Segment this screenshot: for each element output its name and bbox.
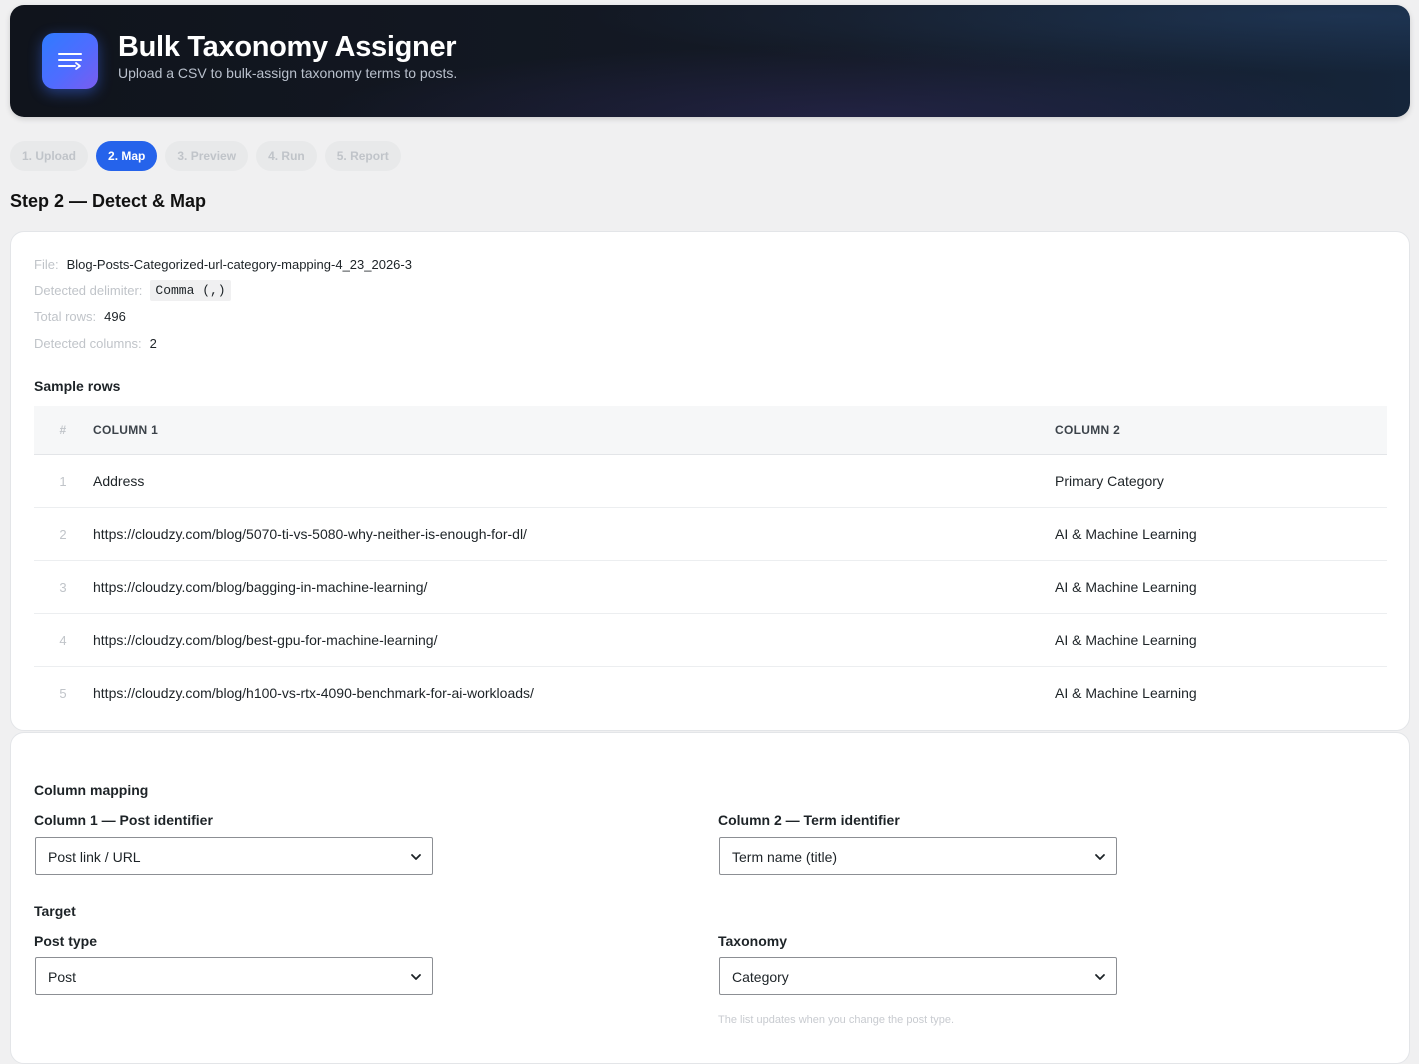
column-2-label: Column 2 — Term identifier xyxy=(718,812,900,828)
row-index: 4 xyxy=(34,613,92,667)
table-row: 3 https://cloudzy.com/blog/bagging-in-ma… xyxy=(34,560,1387,614)
chevron-down-icon xyxy=(1095,854,1105,860)
step-run[interactable]: 4. Run xyxy=(256,141,317,171)
mapping-card: Column mapping Column 1 — Post identifie… xyxy=(10,732,1410,1064)
column-mapping-title: Column mapping xyxy=(34,782,149,798)
taxonomy-select[interactable]: Category xyxy=(719,957,1117,995)
columns-row: Detected columns: 2 xyxy=(34,336,157,351)
row-index: 2 xyxy=(34,507,92,561)
delimiter-label: Detected delimiter: xyxy=(34,283,143,298)
sample-rows-title: Sample rows xyxy=(34,378,121,394)
post-identifier-select[interactable]: Post link / URL xyxy=(35,837,433,875)
app-subtitle: Upload a CSV to bulk-assign taxonomy ter… xyxy=(118,65,458,81)
row-column-2: AI & Machine Learning xyxy=(1054,507,1387,561)
post-identifier-value: Post link / URL xyxy=(48,849,141,865)
term-identifier-value: Term name (title) xyxy=(732,849,838,865)
row-column-1: Address xyxy=(92,454,1054,508)
row-index: 3 xyxy=(34,560,92,614)
chevron-down-icon xyxy=(411,974,421,980)
row-column-2: AI & Machine Learning xyxy=(1055,685,1197,701)
taxonomy-hint: The list updates when you change the pos… xyxy=(718,1014,955,1026)
rows-value: 496 xyxy=(104,309,126,324)
table-row: 2 https://cloudzy.com/blog/5070-ti-vs-50… xyxy=(34,507,1387,561)
row-column-2: AI & Machine Learning xyxy=(1054,613,1387,667)
table-header-row: # COLUMN 1 COLUMN 2 xyxy=(34,406,1387,455)
row-column-2: AI & Machine Learning xyxy=(1054,560,1387,614)
post-type-value: Post xyxy=(48,969,77,985)
step-upload[interactable]: 1. Upload xyxy=(10,141,89,171)
step-map[interactable]: 2. Map xyxy=(96,141,158,171)
step-nav: 1. Upload 2. Map 3. Preview 4. Run 5. Re… xyxy=(10,141,401,171)
header-column-2: COLUMN 2 xyxy=(1054,406,1387,455)
table-row: 1 Address Primary Category xyxy=(34,454,1387,508)
header-column-1: COLUMN 1 xyxy=(92,406,1054,455)
row-column-1: https://cloudzy.com/blog/best-gpu-for-ma… xyxy=(92,613,1054,667)
row-index: 1 xyxy=(34,454,92,508)
chevron-down-icon xyxy=(1095,974,1105,980)
app-title: Bulk Taxonomy Assigner xyxy=(118,31,457,63)
row-column-1: https://cloudzy.com/blog/bagging-in-mach… xyxy=(92,560,1054,614)
row-index: 5 xyxy=(59,685,67,701)
step-preview[interactable]: 3. Preview xyxy=(165,141,249,171)
delimiter-row: Detected delimiter: Comma (,) xyxy=(34,280,231,301)
sample-table: # COLUMN 1 COLUMN 2 1 Address Primary Ca… xyxy=(34,406,1387,719)
taxonomy-label: Taxonomy xyxy=(718,933,787,949)
column-1-label: Column 1 — Post identifier xyxy=(34,812,213,828)
table-row: 4 https://cloudzy.com/blog/best-gpu-for-… xyxy=(34,613,1387,667)
chevron-down-icon xyxy=(411,854,421,860)
delimiter-value: Comma (,) xyxy=(150,280,231,301)
post-type-label: Post type xyxy=(34,933,98,949)
post-type-select[interactable]: Post xyxy=(35,957,433,995)
file-name: Blog-Posts-Categorized-url-category-mapp… xyxy=(66,257,412,272)
step-report[interactable]: 5. Report xyxy=(324,141,401,171)
target-title: Target xyxy=(34,903,76,919)
rows-row: Total rows: 496 xyxy=(34,309,126,324)
row-column-2: Primary Category xyxy=(1054,454,1387,508)
page-title: Step 2 — Detect & Map xyxy=(10,191,207,211)
file-row: File: Blog-Posts-Categorized-url-categor… xyxy=(34,257,412,272)
taxonomy-value: Category xyxy=(732,969,789,985)
row-column-1: https://cloudzy.com/blog/5070-ti-vs-5080… xyxy=(92,507,1054,561)
columns-label: Detected columns: xyxy=(34,336,142,351)
list-icon xyxy=(42,33,98,89)
row-column-1: https://cloudzy.com/blog/h100-vs-rtx-409… xyxy=(93,685,534,701)
term-identifier-select[interactable]: Term name (title) xyxy=(719,837,1117,875)
header-index: # xyxy=(34,406,92,455)
columns-value: 2 xyxy=(149,336,157,351)
detect-card: File: Blog-Posts-Categorized-url-categor… xyxy=(10,231,1410,731)
app-header: Bulk Taxonomy Assigner Upload a CSV to b… xyxy=(10,5,1410,117)
rows-label: Total rows: xyxy=(34,309,97,324)
file-label: File: xyxy=(34,257,59,272)
table-row: 5 https://cloudzy.com/blog/h100-vs-rtx-4… xyxy=(34,667,1387,720)
